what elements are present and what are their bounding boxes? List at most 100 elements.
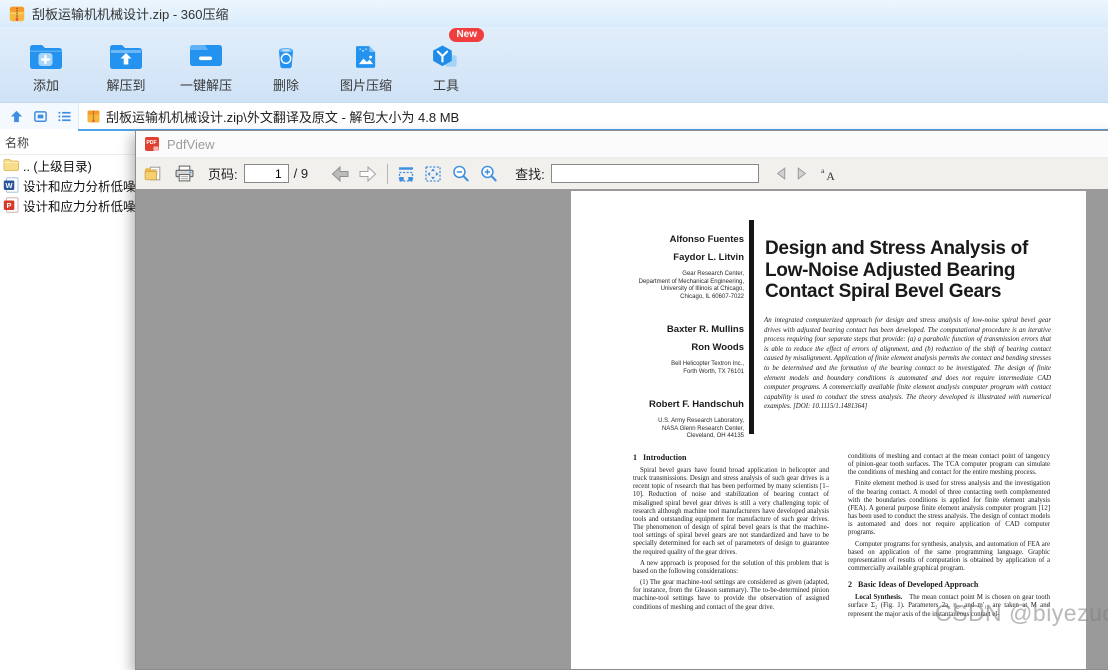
affiliation-line: Forth Worth, TX 76101 — [683, 368, 744, 375]
author-affiliation: Bell Helicopter Textron Inc., Forth Worth… — [571, 361, 744, 376]
paper-left-column: 1 Introduction Spiral bevel gears have f… — [633, 453, 829, 615]
affiliation-line: Cleveland, OH 44135 — [686, 433, 744, 439]
list-view-icon[interactable] — [57, 109, 72, 124]
pdfview-toolbar: 页码: / 9 查找: aA — [136, 158, 1108, 190]
toolbar-button-label: 一键解压 — [179, 78, 232, 93]
toolbar-button-extract-to[interactable]: 解压到 — [86, 34, 166, 94]
folder-icon — [3, 158, 19, 172]
address-path-text: 刮板运输机机械设计.zip\外文翻译及原文 - 解包大小为 4.8 MB — [106, 109, 460, 125]
author-block: Alfonso Fuentes Faydor L. Litvin Gear Rese… — [571, 231, 744, 301]
toolbar-button-one-click-extract[interactable]: 一键解压 — [166, 34, 246, 94]
next-page-icon[interactable] — [357, 165, 378, 183]
add-folder-icon — [28, 42, 64, 72]
file-item-label: .. (上级目录) — [23, 159, 92, 174]
toolbar-button-add[interactable]: 添加 — [6, 34, 86, 94]
zoom-out-icon[interactable] — [451, 164, 470, 183]
affiliation-line: University of Illinois at Chicago, — [660, 286, 744, 292]
pdf-content-area[interactable]: Alfonso Fuentes Faydor L. Litvin Gear Rese… — [136, 189, 1108, 669]
affiliation-line: Gear Research Center, — [682, 271, 744, 277]
file-item-label: 设计和应力分析低噪声 — [23, 199, 149, 214]
author-affiliation: U.S. Army Research Laboratory, NASA Glenn… — [571, 418, 744, 441]
affiliation-line: U.S. Army Research Laboratory, — [658, 418, 744, 424]
zip-archive-icon — [86, 109, 101, 124]
author-name: Robert F. Handschuh — [648, 399, 744, 410]
author-name: Faydor L. Litvin — [673, 252, 744, 263]
svg-text:PDF: PDF — [146, 140, 156, 146]
affiliation-line: Chicago, IL 60607-7022 — [680, 293, 744, 300]
page-number-input[interactable] — [243, 164, 289, 183]
toolbar-separator — [387, 163, 389, 184]
pdf-app-icon: PDF — [144, 136, 160, 152]
match-case-icon[interactable]: aA — [820, 166, 837, 181]
paper-authors: Alfonso Fuentes Faydor L. Litvin Gear Rese… — [571, 231, 744, 461]
extract-to-folder-icon — [108, 42, 144, 72]
new-badge: New — [449, 28, 484, 42]
author-name: Alfonso Fuentes — [669, 234, 744, 245]
print-icon[interactable] — [175, 165, 194, 182]
app-titlebar[interactable]: 刮板运输机机械设计.zip - 360压缩 — [0, 0, 1108, 27]
thumbnail-view-icon[interactable] — [33, 109, 48, 124]
page-number-label: 页码: — [208, 167, 238, 182]
find-label: 查找: — [515, 167, 545, 182]
affiliation-line: NASA Glenn Research Center, — [661, 425, 744, 432]
nav-icons — [0, 109, 78, 124]
app-title: 刮板运输机机械设计.zip - 360压缩 — [32, 7, 229, 22]
delete-trash-icon — [271, 42, 301, 72]
local-synthesis-label: Local Synthesis. — [855, 594, 910, 602]
find-previous-icon[interactable] — [776, 167, 787, 180]
app-toolbar: 添加 解压到 一键解压 删除 图片压缩 New 工具 — [0, 27, 1108, 103]
svg-text:W: W — [5, 181, 13, 190]
pdfview-window: PDF PdfView 页码: / 9 查找: aA Alfonso Fuent… — [135, 130, 1108, 670]
toolbar-button-tools[interactable]: New 工具 — [406, 28, 486, 94]
page-total: / 9 — [293, 166, 309, 181]
open-file-icon[interactable] — [144, 165, 163, 182]
find-input[interactable] — [550, 164, 759, 183]
toolbar-button-label: 添加 — [32, 78, 59, 93]
paper-title-line: Low-Noise Adjusted Bearing — [765, 259, 1016, 281]
paper-title-line: Design and Stress Analysis of — [765, 238, 1029, 259]
fit-page-icon[interactable] — [424, 165, 442, 183]
pdf-page: Alfonso Fuentes Faydor L. Litvin Gear Rese… — [571, 191, 1086, 669]
author-name: Ron Woods — [691, 342, 744, 353]
word-file-icon: W — [3, 177, 19, 193]
paper-paragraph: (1) The gear machine-tool settings are c… — [633, 579, 829, 611]
image-compress-icon — [351, 42, 381, 72]
author-block: Robert F. Handschuh U.S. Army Research La… — [571, 396, 744, 441]
find-next-icon[interactable] — [796, 167, 807, 180]
zoom-in-icon[interactable] — [479, 164, 498, 183]
svg-text:P: P — [6, 201, 11, 210]
affiliation-line: Bell Helicopter Textron Inc., — [671, 361, 744, 367]
toolbar-button-label: 解压到 — [106, 78, 146, 93]
section-2-heading: 2 Basic Ideas of Developed Approach — [848, 580, 979, 590]
screen: { "app": { "title": "刮板运输机机械设计.zip - 360… — [0, 0, 1108, 670]
address-path-field[interactable]: 刮板运输机机械设计.zip\外文翻译及原文 - 解包大小为 4.8 MB — [78, 103, 1108, 129]
pdf-file-icon: P — [3, 197, 19, 213]
right-column-paragraphs: conditions of meshing and contact at the… — [848, 453, 1050, 573]
svg-text:a: a — [821, 166, 825, 175]
paper-paragraph: Spiral bevel gears have found broad appl… — [633, 467, 829, 556]
affiliation-line: Department of Mechanical Engineering, — [638, 278, 744, 285]
paper-abstract: An integrated computerized approach for … — [764, 317, 1051, 411]
left-column-paragraphs: Spiral bevel gears have found broad appl… — [633, 467, 829, 612]
fit-width-icon[interactable] — [397, 165, 415, 183]
paper-paragraph: Computer programs for synthesis, analysi… — [848, 540, 1050, 573]
pdfview-titlebar[interactable]: PDF PdfView — [136, 131, 1108, 158]
pdfview-title: PdfView — [167, 136, 215, 152]
paper-paragraph: A new approach is proposed for the solut… — [633, 559, 829, 575]
toolbar-button-image-compress[interactable]: 图片压缩 — [326, 34, 406, 94]
section-1-heading: 1 Introduction — [633, 453, 687, 462]
toolbar-button-label: 工具 — [432, 78, 459, 93]
paper-right-column: conditions of meshing and contact at the… — [848, 453, 1050, 622]
author-block: Baxter R. Mullins Ron Woods Bell Helicopte… — [571, 321, 744, 376]
svg-text:A: A — [826, 170, 835, 181]
tools-cube-icon — [430, 42, 462, 72]
toolbar-button-delete[interactable]: 删除 — [246, 34, 326, 94]
file-item-label: 设计和应力分析低噪声 — [23, 179, 149, 194]
paper-paragraph: Finite element method is used for stress… — [848, 480, 1050, 537]
previous-page-icon[interactable] — [330, 165, 351, 183]
zip-archive-icon — [8, 5, 26, 23]
address-row: 刮板运输机机械设计.zip\外文翻译及原文 - 解包大小为 4.8 MB — [0, 103, 1108, 129]
author-affiliation: Gear Research Center, Department of Mecha… — [571, 271, 744, 301]
up-level-icon[interactable] — [9, 109, 24, 124]
paper-paragraph: conditions of meshing and contact at the… — [848, 453, 1050, 477]
